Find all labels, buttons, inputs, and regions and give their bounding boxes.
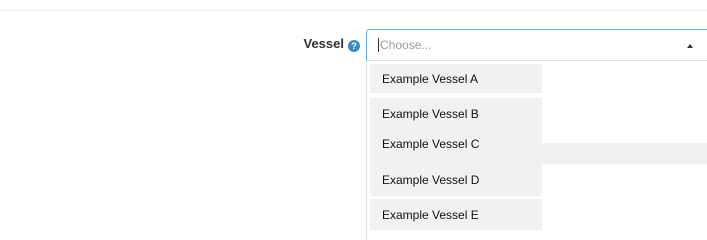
question-circle-icon[interactable]: ? [348, 40, 360, 52]
option-example-vessel-a[interactable]: Example Vessel A [370, 64, 542, 93]
text-cursor [378, 38, 379, 52]
vessel-form: Vessel? Choose... Example Vessel A Examp… [0, 0, 707, 240]
caret-up-icon[interactable] [687, 44, 693, 48]
vessel-select[interactable]: Choose... [366, 29, 707, 61]
option-example-vessel-e[interactable]: Example Vessel E [370, 199, 542, 230]
option-example-vessel-c[interactable]: Example Vessel C [370, 128, 542, 151]
option-example-vessel-d[interactable]: Example Vessel D [370, 164, 542, 196]
vessel-label-text: Vessel [303, 36, 345, 51]
option-example-vessel-b[interactable]: Example Vessel B [370, 98, 542, 128]
select-placeholder: Choose... [380, 38, 432, 52]
vessel-field-label: Vessel? [260, 36, 360, 52]
section-divider [0, 10, 707, 11]
